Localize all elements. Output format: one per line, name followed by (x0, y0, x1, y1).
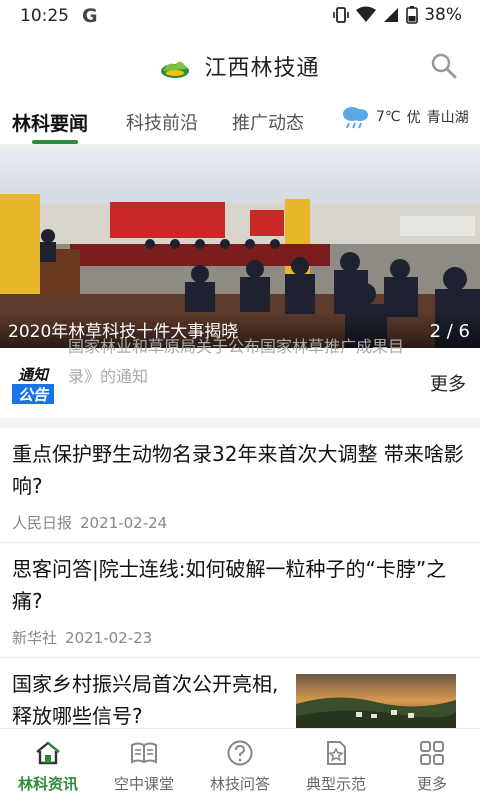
article-date: 2021-02-24 (80, 514, 168, 532)
nav-tech-qa[interactable]: 林技问答 (192, 735, 288, 794)
article-date: 2021-02-23 (65, 629, 153, 647)
app-title: 江西林技通 (204, 56, 320, 81)
google-icon: G (82, 5, 98, 27)
article-item[interactable]: 思客问答|院士连线:如何破解一粒种子的“卡脖”之痛? 新华社 2021-02-23 (0, 543, 480, 658)
rain-cloud-icon (343, 107, 368, 129)
weather-temp: 7℃ (376, 109, 401, 125)
bottom-navigation: 林科资讯 空中课堂 林技问答 典型示范 更多 (0, 728, 480, 801)
tab-promotion[interactable]: 推广动态 (232, 109, 304, 135)
nav-label: 林技问答 (209, 775, 270, 793)
nav-label: 典型示范 (305, 775, 366, 793)
search-icon[interactable] (430, 52, 458, 80)
article-item[interactable]: 重点保护野生动物名录32年来首次大调整 带来啥影响? 人民日报 2021-02-2… (0, 428, 480, 543)
notice-text[interactable]: 国家林业和草原局关于公布国家林草推广成果目录》的通知 (68, 332, 408, 392)
nav-label: 林科资讯 (17, 775, 78, 793)
battery-percent: 38% (424, 5, 462, 25)
article-item[interactable]: 国家乡村振兴局首次公开亮相,释放哪些信号? (0, 658, 480, 728)
status-icons: 38% (332, 5, 462, 25)
nav-more[interactable]: 更多 (384, 735, 480, 794)
tab-tech-frontier[interactable]: 科技前沿 (126, 109, 198, 135)
star-doc-icon (327, 741, 346, 765)
weather-widget[interactable]: 7℃ 优 青山湖 (340, 104, 469, 130)
news-banner[interactable]: 2020年林草科技十件大事揭晓 2 / 6 (0, 144, 480, 348)
home-icon (36, 741, 60, 765)
article-title[interactable]: 重点保护野生动物名录32年来首次大调整 带来啥影响? (12, 438, 468, 502)
article-title[interactable]: 国家乡村振兴局首次公开亮相,释放哪些信号? (12, 668, 282, 732)
article-meta: 人民日报 2021-02-24 (12, 512, 167, 533)
vibrate-icon (333, 7, 350, 23)
nav-forest-info[interactable]: 林科资讯 (0, 735, 96, 794)
weather-quality: 优 (406, 110, 421, 126)
app-header: 江西林技通 (0, 32, 480, 100)
article-meta: 新华社 2021-02-23 (12, 627, 152, 648)
wifi-icon (356, 6, 377, 22)
nav-demo[interactable]: 典型示范 (288, 735, 384, 794)
notice-bar[interactable]: 通知 公告 国家林业和草原局关于公布国家林草推广成果目录》的通知 更多 (0, 337, 480, 418)
weather-location: 青山湖 (426, 110, 469, 126)
nav-label: 更多 (416, 775, 447, 793)
battery-icon (406, 6, 419, 24)
question-icon (227, 740, 253, 766)
notice-badge-bottom: 公告 (18, 386, 50, 404)
section-divider (0, 418, 480, 428)
nav-air-class[interactable]: 空中课堂 (96, 735, 192, 794)
banner-page-indicator: 2 / 6 (429, 321, 470, 342)
status-time: 10:25 (20, 6, 69, 26)
article-source: 新华社 (12, 629, 58, 647)
article-title[interactable]: 思客问答|院士连线:如何破解一粒种子的“卡脖”之痛? (12, 553, 468, 617)
notice-announcement-icon: 通知 公告 (12, 364, 54, 404)
nav-label: 空中课堂 (113, 775, 174, 793)
notice-badge-top: 通知 (18, 366, 50, 384)
status-bar: 10:25 G 38% (0, 0, 480, 32)
category-tabs: 林科要闻 科技前沿 推广动态 7℃ 优 青山湖 (0, 100, 480, 145)
notice-more-link[interactable]: 更多 (430, 370, 466, 396)
app-logo-icon (161, 61, 190, 78)
article-thumbnail (296, 674, 456, 728)
article-source: 人民日报 (12, 514, 73, 532)
signal-icon (384, 8, 399, 22)
tab-forest-news[interactable]: 林科要闻 (12, 109, 88, 136)
grid-icon (420, 741, 444, 765)
book-icon (131, 742, 157, 764)
